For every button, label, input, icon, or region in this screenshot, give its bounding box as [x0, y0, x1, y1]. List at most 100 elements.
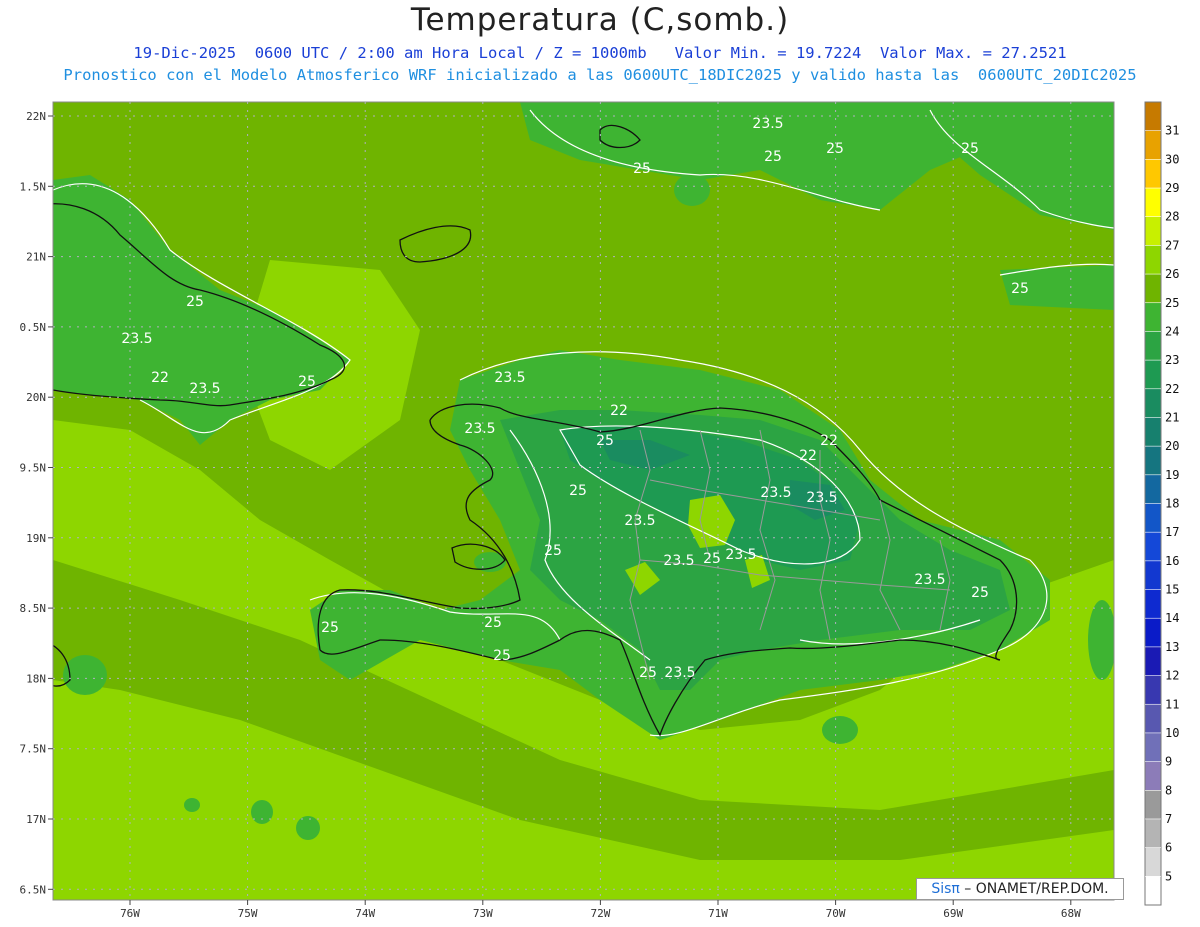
- lat-label: 18N: [26, 672, 46, 685]
- contour-label: 25: [971, 585, 989, 601]
- lat-label: 20N: [26, 391, 46, 404]
- colorbar-label: 14: [1165, 611, 1179, 625]
- lat-label: 8.5N: [20, 602, 47, 615]
- colorbar-swatch: [1145, 302, 1161, 332]
- island-beata: [822, 716, 858, 744]
- contour-label: 25: [298, 374, 316, 390]
- colorbar-swatch: [1145, 360, 1161, 390]
- contour-label: 22: [799, 448, 817, 464]
- lon-label: 76W: [120, 907, 140, 920]
- colorbar-label: 5: [1165, 869, 1172, 883]
- colorbar-swatch: [1145, 560, 1161, 590]
- colorbar-label: 31: [1165, 124, 1179, 138]
- colorbar-label: 23: [1165, 353, 1179, 367]
- colorbar-label: 13: [1165, 640, 1179, 654]
- colorbar-swatch: [1145, 847, 1161, 877]
- colorbar-swatch: [1145, 130, 1161, 160]
- colorbar-label: 27: [1165, 238, 1179, 252]
- colorbar-swatch: [1145, 532, 1161, 562]
- lon-label: 71W: [708, 907, 728, 920]
- shaded-field: [53, 102, 1114, 900]
- colorbar-label: 7: [1165, 812, 1172, 826]
- colorbar-label: 30: [1165, 152, 1179, 166]
- contour-label: 23.5: [806, 490, 837, 506]
- contour-label: 23.5: [664, 665, 695, 681]
- contour-label: 25: [961, 141, 979, 157]
- colorbar-label: 16: [1165, 554, 1179, 568]
- contour-label: 25: [321, 620, 339, 636]
- colorbar-label: 21: [1165, 410, 1179, 424]
- colorbar-swatch: [1145, 503, 1161, 533]
- contour-label: 23.5: [494, 370, 525, 386]
- contour-label: 23.5: [464, 421, 495, 437]
- colorbar-label: 20: [1165, 439, 1179, 453]
- colorbar-swatch: [1145, 732, 1161, 763]
- contour-label: 23.5: [624, 513, 655, 529]
- latitude-labels: 22N 1.5N 21N 0.5N 20N 9.5N 19N 8.5N 18N 7.5N 17N 6.…: [20, 110, 47, 896]
- colorbar-swatch: [1145, 159, 1161, 189]
- colorbar-swatch: [1145, 446, 1161, 476]
- islet-2: [251, 800, 273, 824]
- colorbar-swatch: [1145, 274, 1161, 304]
- colorbar-swatch: [1145, 818, 1161, 849]
- contour-label: 23.5: [121, 331, 152, 347]
- colorbar-swatch: [1145, 704, 1161, 734]
- contour-label: 23.5: [914, 572, 945, 588]
- contour-label: 25: [764, 149, 782, 165]
- temperature-colorbar: 31 30 29 28 27 26 25 24 23 22 21 20 19 18 17 16 15 14 13 12…: [1144, 101, 1179, 906]
- colorbar-label: 24: [1165, 324, 1179, 338]
- colorbar-label: 12: [1165, 669, 1179, 683]
- colorbar-swatch: [1145, 331, 1161, 361]
- lon-label: 73W: [473, 907, 493, 920]
- colorbar-label: 28: [1165, 210, 1179, 224]
- contour-label: 22: [820, 433, 838, 449]
- contour-label: 25: [703, 551, 721, 567]
- lat-label: 6.5N: [20, 883, 47, 896]
- contour-label: 25: [633, 161, 651, 177]
- contour-label: 23.5: [663, 553, 694, 569]
- island-inagua: [674, 174, 710, 206]
- sispi-logo-text: Sisπ: [931, 881, 960, 897]
- colorbar-label: 29: [1165, 181, 1179, 195]
- islet-1: [296, 816, 320, 840]
- lon-label: 70W: [826, 907, 846, 920]
- colorbar-swatch: [1145, 102, 1161, 132]
- lat-label: 1.5N: [20, 180, 47, 193]
- colorbar-label: 9: [1165, 755, 1172, 769]
- colorbar-label: 25: [1165, 296, 1179, 310]
- colorbar-swatch: [1145, 876, 1161, 906]
- credit-org: – ONAMET/REP.DOM.: [959, 881, 1109, 897]
- colorbar-label: 26: [1165, 267, 1179, 281]
- contour-label: 22: [151, 370, 169, 386]
- colorbar-swatch: [1145, 216, 1161, 246]
- colorbar-label: 6: [1165, 841, 1172, 855]
- lon-label: 69W: [943, 907, 963, 920]
- colorbar-swatch: [1145, 675, 1161, 705]
- lat-label: 17N: [26, 813, 46, 826]
- colorbar-swatch: [1145, 417, 1161, 447]
- colorbar-swatch: [1145, 388, 1161, 418]
- contour-label: 25: [826, 141, 844, 157]
- colorbar-swatch: [1145, 790, 1161, 820]
- colorbar-swatch: [1145, 245, 1161, 275]
- credit-box: Sisπ – ONAMET/REP.DOM.: [916, 878, 1124, 900]
- islet-3: [184, 798, 200, 812]
- contour-label: 25: [493, 648, 511, 664]
- lat-label: 9.5N: [20, 462, 47, 475]
- contour-label: 25: [1011, 281, 1029, 297]
- lat-label: 19N: [26, 532, 46, 545]
- contour-label: 25: [639, 665, 657, 681]
- lon-label: 68W: [1061, 907, 1081, 920]
- contour-label: 25: [569, 483, 587, 499]
- colorbar-label: 8: [1165, 783, 1172, 797]
- colorbar-label: 10: [1165, 726, 1179, 740]
- colorbar-label: 11: [1165, 697, 1179, 711]
- contour-label: 25: [484, 615, 502, 631]
- colorbar-swatch: [1145, 589, 1161, 619]
- lat-label: 21N: [26, 251, 46, 264]
- colorbar-label: 17: [1165, 525, 1179, 539]
- contour-label: 23.5: [752, 116, 783, 132]
- contour-label: 22: [610, 403, 628, 419]
- lon-label: 75W: [238, 907, 258, 920]
- contour-label: 25: [544, 543, 562, 559]
